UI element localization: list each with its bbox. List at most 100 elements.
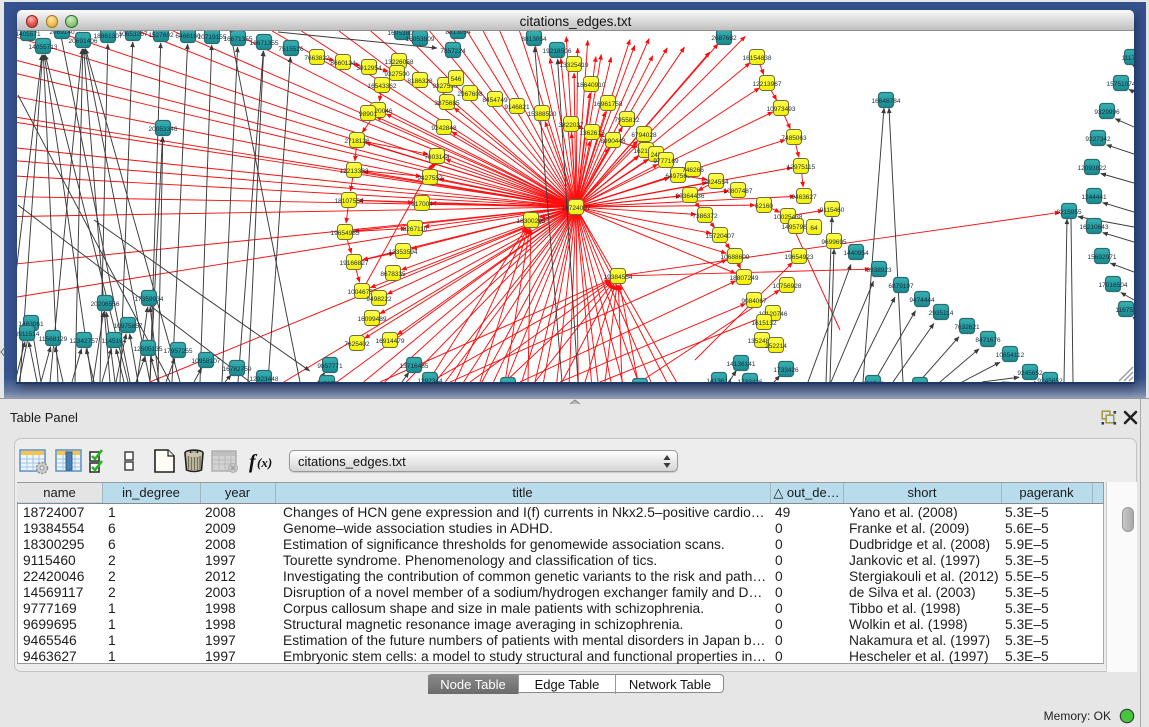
svg-text:12342757: 12342757 (70, 338, 99, 345)
svg-text:7632621: 7632621 (954, 324, 980, 331)
svg-text:9498222: 9498222 (366, 296, 392, 303)
svg-text:9245652: 9245652 (1017, 370, 1043, 377)
svg-text:19654985: 19654985 (331, 230, 360, 237)
svg-text:12923448: 12923448 (250, 376, 279, 382)
svg-text:18640910: 18640910 (577, 82, 606, 89)
svg-text:8938923: 8938923 (866, 267, 892, 274)
svg-text:2687682: 2687682 (711, 35, 737, 42)
svg-text:16210643: 16210643 (1080, 224, 1109, 231)
svg-text:17016504: 17016504 (1099, 282, 1128, 289)
svg-text:7663822: 7663822 (304, 55, 330, 62)
svg-text:3875685: 3875685 (434, 100, 460, 107)
svg-text:17957255: 17957255 (164, 348, 193, 355)
svg-text:16961758: 16961758 (594, 101, 623, 108)
svg-text:7625402: 7625402 (344, 341, 370, 348)
svg-text:2935114: 2935114 (929, 310, 954, 317)
svg-text:10756928: 10756928 (773, 283, 802, 290)
svg-text:9427552: 9427552 (417, 175, 443, 182)
svg-text:13226058: 13226058 (385, 59, 414, 66)
svg-text:12975115: 12975115 (787, 164, 816, 171)
svg-text:16914479: 16914479 (376, 338, 405, 345)
svg-text:(x): (x) (257, 455, 272, 470)
svg-text:10807487: 10807487 (724, 188, 753, 195)
svg-text:896746: 896746 (862, 381, 884, 382)
svg-text:13716485: 13716485 (400, 363, 429, 370)
svg-text:9245652: 9245652 (1037, 378, 1063, 382)
svg-text:3912954: 3912954 (356, 65, 382, 72)
svg-text:18300295: 18300295 (517, 218, 546, 225)
svg-text:1440954: 1440954 (843, 250, 869, 257)
svg-text:945077: 945077 (316, 381, 338, 382)
svg-text:9084067: 9084067 (741, 298, 767, 305)
svg-text:19218506: 19218506 (543, 48, 572, 55)
svg-text:1145194: 1145194 (102, 338, 127, 345)
svg-text:13325419: 13325419 (560, 62, 589, 69)
svg-text:15751074: 15751074 (1107, 81, 1134, 88)
svg-text:10973493: 10973493 (767, 106, 796, 113)
svg-text:19384554: 19384554 (604, 274, 633, 281)
svg-text:7803144: 7803144 (424, 154, 450, 161)
svg-text:16671355: 16671355 (224, 36, 253, 43)
svg-text:8186328: 8186328 (407, 78, 433, 85)
svg-text:7386372: 7386372 (692, 213, 718, 220)
svg-text:1527602: 1527602 (148, 32, 174, 39)
svg-text:1615132: 1615132 (751, 320, 777, 327)
svg-text:16648784: 16648784 (872, 98, 901, 105)
svg-text:12213383: 12213383 (340, 168, 369, 175)
svg-text:7485063: 7485063 (781, 135, 807, 142)
svg-text:98901: 98901 (359, 111, 377, 118)
svg-text:2069140: 2069140 (49, 31, 75, 36)
svg-text:3267110: 3267110 (403, 226, 428, 233)
svg-text:6794028: 6794028 (631, 132, 657, 139)
svg-text:13353594: 13353594 (389, 249, 418, 256)
svg-text:252214: 252214 (765, 343, 787, 350)
svg-text:64: 64 (810, 225, 818, 232)
svg-text:1733426: 1733426 (773, 367, 799, 374)
svg-text:6879197: 6879197 (888, 283, 914, 290)
svg-text:16671355: 16671355 (250, 40, 279, 47)
svg-text:9777169: 9777169 (653, 158, 679, 165)
svg-text:20053346: 20053346 (149, 126, 178, 133)
svg-text:8471676: 8471676 (975, 337, 1001, 344)
svg-text:9699695: 9699695 (821, 239, 847, 246)
svg-text:10653267: 10653267 (119, 31, 148, 38)
svg-text:20364436: 20364436 (676, 193, 705, 200)
svg-text:111753: 111753 (1122, 55, 1134, 62)
svg-text:12213967: 12213967 (753, 81, 782, 88)
svg-text:3822037: 3822037 (558, 122, 584, 129)
svg-text:917004: 917004 (411, 201, 433, 208)
svg-text:1413614: 1413614 (706, 378, 732, 382)
svg-text:8215955: 8215955 (1056, 209, 1082, 216)
svg-text:12505135: 12505135 (134, 346, 163, 353)
svg-text:12093822: 12093822 (1078, 165, 1107, 172)
svg-text:15720407: 15720407 (706, 233, 735, 240)
svg-text:8678335: 8678335 (380, 271, 406, 278)
svg-text:3911514: 3911514 (17, 331, 40, 338)
svg-text:7515526: 7515526 (278, 46, 304, 53)
svg-text:10958107: 10958107 (192, 358, 221, 365)
svg-text:9463627: 9463627 (791, 194, 817, 201)
svg-text:20206556: 20206556 (91, 301, 120, 308)
svg-text:9146821: 9146821 (504, 104, 530, 111)
svg-text:9242848: 9242848 (431, 125, 457, 132)
svg-text:8813054: 8813054 (445, 31, 471, 36)
svg-text:10719155: 10719155 (198, 34, 227, 41)
svg-text:18107554: 18107554 (335, 198, 364, 205)
svg-text:15388520: 15388520 (528, 111, 557, 118)
svg-text:8990448: 8990448 (600, 138, 626, 145)
svg-text:8813054: 8813054 (521, 36, 547, 43)
svg-text:116753: 116753 (1115, 307, 1134, 314)
svg-text:9115460: 9115460 (820, 207, 845, 214)
svg-text:7857224: 7857224 (440, 48, 466, 55)
svg-text:8454749: 8454749 (482, 97, 508, 104)
svg-text:14136141: 14136141 (727, 361, 756, 368)
svg-text:11568129: 11568129 (39, 336, 68, 343)
svg-text:62160: 62160 (755, 203, 773, 210)
svg-text:1733426: 1733426 (737, 379, 763, 382)
svg-text:16099489: 16099489 (358, 316, 387, 323)
svg-text:3824554: 3824554 (703, 179, 729, 186)
svg-text:18724007: 18724007 (562, 205, 591, 212)
svg-text:16053809: 16053809 (406, 36, 435, 43)
svg-text:7955812: 7955812 (614, 117, 640, 124)
svg-text:1244441: 1244441 (1081, 194, 1107, 201)
